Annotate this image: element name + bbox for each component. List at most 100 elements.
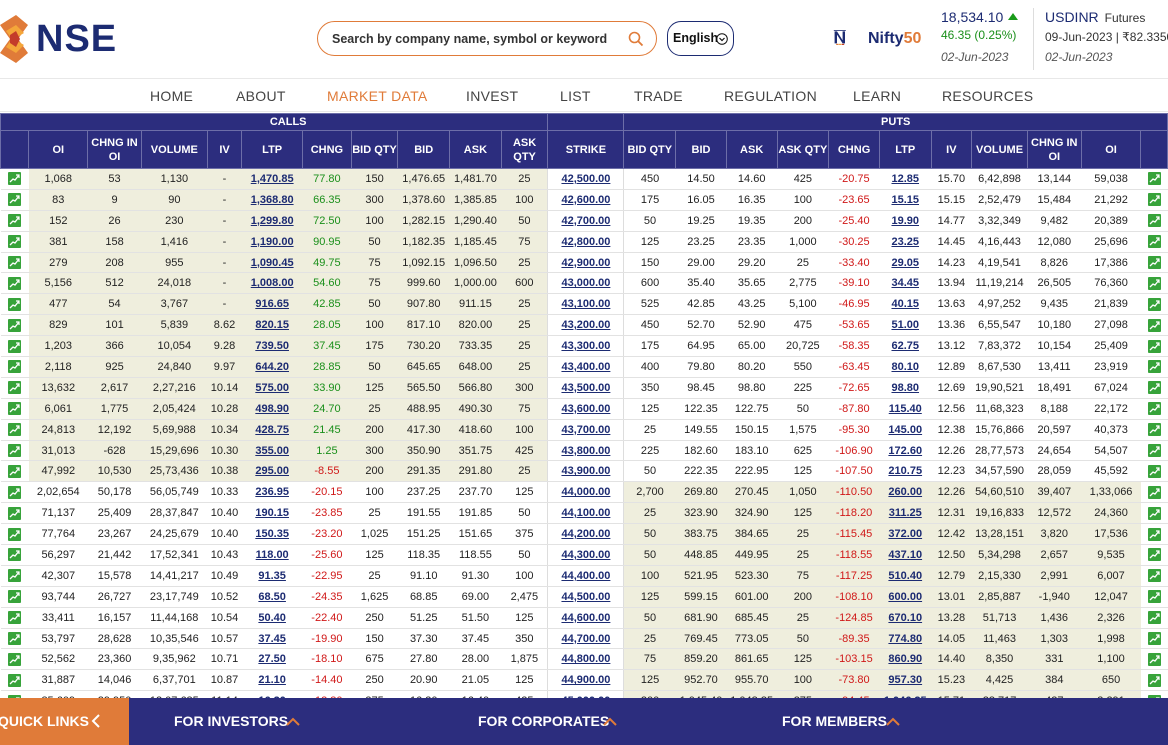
chart-icon[interactable] bbox=[8, 444, 22, 458]
strike-link[interactable]: 43,300.00 bbox=[561, 340, 610, 352]
chart-icon[interactable] bbox=[1147, 360, 1161, 374]
chart-icon[interactable] bbox=[1147, 193, 1161, 207]
ltp-link[interactable]: 236.95 bbox=[255, 486, 289, 498]
chart-icon[interactable] bbox=[1147, 652, 1161, 666]
chart-icon[interactable] bbox=[8, 464, 22, 478]
ltp-link[interactable]: 29.05 bbox=[891, 257, 919, 269]
search-icon[interactable] bbox=[628, 31, 644, 47]
quick-links-button[interactable]: QUICK LINKS bbox=[0, 698, 129, 745]
ltp-link[interactable]: 40.15 bbox=[891, 298, 919, 310]
nav-learn[interactable]: LEARN bbox=[853, 88, 901, 104]
chart-icon[interactable] bbox=[8, 569, 22, 583]
language-select[interactable]: English bbox=[667, 21, 734, 56]
strike-link[interactable]: 42,600.00 bbox=[561, 194, 610, 206]
for-corporates-link[interactable]: FOR CORPORATES bbox=[478, 713, 617, 729]
chart-icon[interactable] bbox=[8, 297, 22, 311]
chart-icon[interactable] bbox=[1147, 297, 1161, 311]
ltp-link[interactable]: 62.75 bbox=[891, 340, 919, 352]
chart-icon[interactable] bbox=[8, 172, 22, 186]
chart-icon[interactable] bbox=[8, 527, 22, 541]
chart-icon[interactable] bbox=[8, 256, 22, 269]
strike-link[interactable]: 44,700.00 bbox=[561, 633, 610, 645]
chart-icon[interactable] bbox=[8, 276, 22, 290]
ltp-link[interactable]: 311.25 bbox=[889, 507, 922, 519]
chart-icon[interactable] bbox=[1147, 673, 1161, 687]
ltp-link[interactable]: 1,090.45 bbox=[251, 257, 294, 269]
ltp-link[interactable]: 860.90 bbox=[888, 653, 922, 665]
ltp-link[interactable]: 428.75 bbox=[255, 424, 289, 436]
strike-link[interactable]: 43,800.00 bbox=[561, 445, 610, 457]
chart-icon[interactable] bbox=[1147, 611, 1161, 625]
ltp-link[interactable]: 50.40 bbox=[258, 612, 286, 624]
ltp-link[interactable]: 1,470.85 bbox=[251, 173, 294, 185]
usdinr-label[interactable]: USDINR Futures bbox=[1045, 9, 1145, 25]
ltp-link[interactable]: 1,299.80 bbox=[251, 215, 294, 227]
chart-icon[interactable] bbox=[1147, 506, 1161, 520]
ltp-link[interactable]: 27.50 bbox=[258, 653, 286, 665]
chart-icon[interactable] bbox=[8, 611, 22, 625]
ltp-link[interactable]: 739.50 bbox=[255, 340, 289, 352]
nav-list[interactable]: LIST bbox=[560, 88, 591, 104]
nav-home[interactable]: HOME bbox=[150, 88, 193, 104]
chart-icon[interactable] bbox=[8, 673, 22, 687]
nifty50-label[interactable]: Nifty50 bbox=[868, 30, 921, 48]
ltp-link[interactable]: 68.50 bbox=[258, 591, 286, 603]
chart-icon[interactable] bbox=[1147, 235, 1161, 249]
for-investors-link[interactable]: FOR INVESTORS bbox=[174, 713, 300, 729]
chart-icon[interactable] bbox=[8, 235, 22, 249]
chart-icon[interactable] bbox=[8, 339, 22, 353]
strike-link[interactable]: 43,400.00 bbox=[561, 361, 610, 373]
nifty50-logo-icon[interactable] bbox=[833, 17, 871, 57]
ltp-link[interactable]: 12.85 bbox=[891, 173, 919, 185]
strike-link[interactable]: 43,200.00 bbox=[561, 319, 610, 331]
nav-market-data[interactable]: MARKET DATA bbox=[327, 88, 428, 104]
ltp-link[interactable]: 15.15 bbox=[891, 194, 919, 206]
chart-icon[interactable] bbox=[1147, 172, 1161, 186]
chart-icon[interactable] bbox=[8, 214, 22, 228]
chart-icon[interactable] bbox=[1147, 339, 1161, 353]
ltp-link[interactable]: 600.00 bbox=[888, 591, 922, 603]
ltp-link[interactable]: 51.00 bbox=[891, 319, 919, 331]
ltp-link[interactable]: 670.10 bbox=[888, 612, 922, 624]
ltp-link[interactable]: 774.80 bbox=[888, 633, 922, 645]
ltp-link[interactable]: 957.30 bbox=[888, 674, 922, 686]
strike-link[interactable]: 43,900.00 bbox=[561, 465, 610, 477]
ltp-link[interactable]: 260.00 bbox=[888, 486, 922, 498]
ltp-link[interactable]: 575.00 bbox=[255, 382, 289, 394]
nav-invest[interactable]: INVEST bbox=[466, 88, 518, 104]
chart-icon[interactable] bbox=[1147, 485, 1161, 499]
ltp-link[interactable]: 1,190.00 bbox=[251, 236, 294, 248]
strike-link[interactable]: 42,700.00 bbox=[561, 215, 610, 227]
ltp-link[interactable]: 37.45 bbox=[258, 633, 286, 645]
ltp-link[interactable]: 210.75 bbox=[888, 465, 922, 477]
for-members-link[interactable]: FOR MEMBERS bbox=[782, 713, 900, 729]
chart-icon[interactable] bbox=[8, 193, 22, 207]
logo-text[interactable]: NSE bbox=[36, 18, 117, 61]
chart-icon[interactable] bbox=[8, 360, 22, 374]
chart-icon[interactable] bbox=[1147, 276, 1161, 290]
chart-icon[interactable] bbox=[1147, 381, 1161, 395]
strike-link[interactable]: 42,800.00 bbox=[561, 236, 610, 248]
search-box[interactable] bbox=[317, 21, 657, 56]
ltp-link[interactable]: 190.15 bbox=[255, 507, 289, 519]
strike-link[interactable]: 44,000.00 bbox=[561, 486, 610, 498]
ltp-link[interactable]: 21.10 bbox=[258, 674, 286, 686]
strike-link[interactable]: 44,600.00 bbox=[561, 612, 610, 624]
strike-link[interactable]: 44,500.00 bbox=[561, 591, 610, 603]
ltp-link[interactable]: 498.90 bbox=[255, 403, 289, 415]
chart-icon[interactable] bbox=[8, 652, 22, 666]
strike-link[interactable]: 43,600.00 bbox=[561, 403, 610, 415]
ltp-link[interactable]: 23.25 bbox=[891, 236, 919, 248]
ltp-link[interactable]: 150.35 bbox=[255, 528, 289, 540]
ltp-link[interactable]: 172.60 bbox=[888, 445, 922, 457]
chart-icon[interactable] bbox=[1147, 444, 1161, 458]
chart-icon[interactable] bbox=[8, 548, 22, 562]
nav-resources[interactable]: RESOURCES bbox=[942, 88, 1033, 104]
chart-icon[interactable] bbox=[1147, 632, 1161, 646]
strike-link[interactable]: 44,200.00 bbox=[561, 528, 610, 540]
ltp-link[interactable]: 145.00 bbox=[888, 424, 922, 436]
strike-link[interactable]: 44,100.00 bbox=[561, 507, 610, 519]
chart-icon[interactable] bbox=[8, 632, 22, 646]
chart-icon[interactable] bbox=[1147, 527, 1161, 541]
ltp-link[interactable]: 98.80 bbox=[891, 382, 919, 394]
